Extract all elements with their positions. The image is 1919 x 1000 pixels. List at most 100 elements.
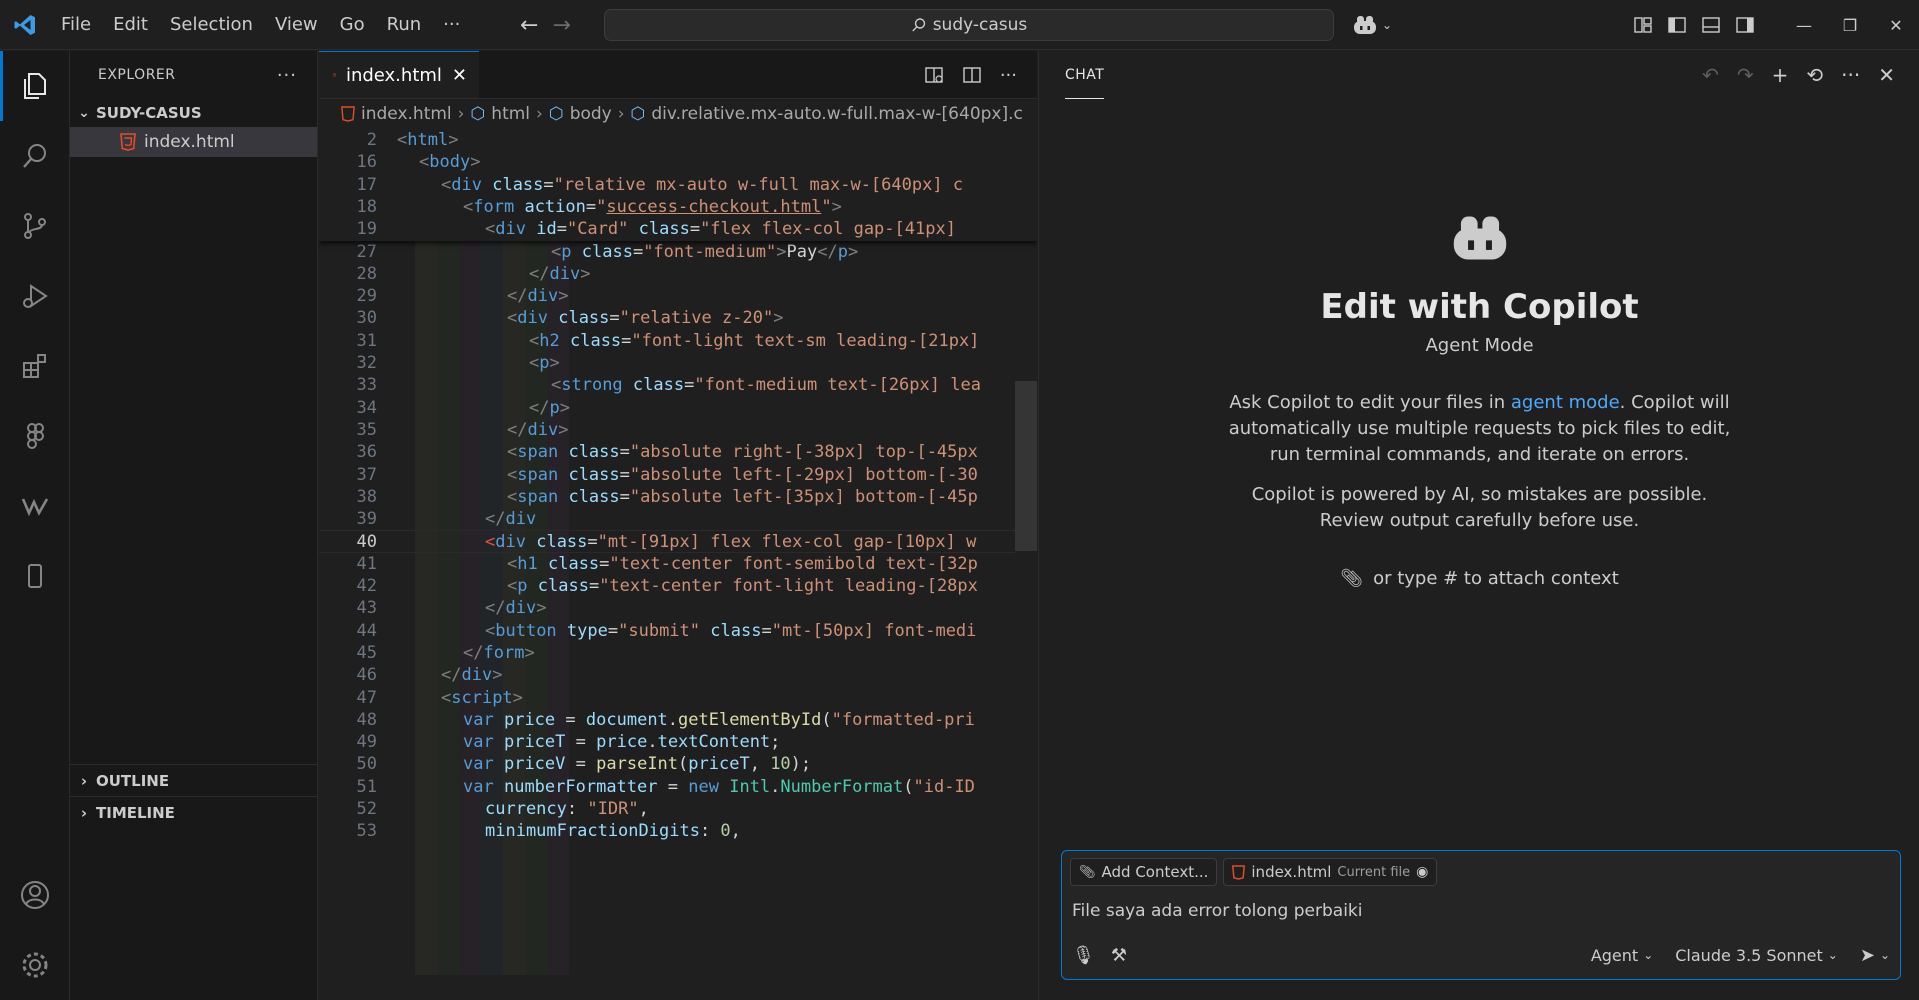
device-icon[interactable]: [0, 541, 70, 611]
editor-scrollbar[interactable]: [1015, 381, 1037, 551]
code-line[interactable]: 42 <p class="text-center font-light leadi…: [319, 575, 1037, 597]
split-editor-icon[interactable]: [962, 65, 982, 85]
toggle-secondary-sidebar-icon[interactable]: [1735, 15, 1755, 35]
code-line[interactable]: 53 minimumFractionDigits: 0,: [319, 820, 1037, 842]
code-line[interactable]: 41 <h1 class="text-center font-semibold t…: [319, 553, 1037, 575]
search-icon[interactable]: [0, 121, 70, 191]
code-line[interactable]: 17 <div class="relative mx-auto w-full ma…: [319, 174, 1037, 196]
menu-go[interactable]: Go: [329, 0, 376, 50]
code-line[interactable]: 16 <body>: [319, 151, 1037, 173]
account-icon[interactable]: [0, 860, 70, 930]
menu-selection[interactable]: Selection: [159, 0, 264, 50]
undo-icon[interactable]: ↶: [1702, 63, 1719, 87]
code-line[interactable]: 38 <span class="absolute left-[35px] bott…: [319, 486, 1037, 508]
chat-input-field[interactable]: File saya ada error tolong perbaiki: [1072, 901, 1363, 921]
chevron-right-icon: ›: [457, 104, 465, 124]
code-line[interactable]: 37 <span class="absolute left-[-29px] bot…: [319, 464, 1037, 486]
code-line[interactable]: 51 var numberFormatter = new Intl.NumberF…: [319, 776, 1037, 798]
customize-layout-icon[interactable]: [1633, 15, 1653, 35]
code-line[interactable]: 19 <div id="Card" class="flex flex-col ga…: [319, 218, 1037, 240]
back-arrow-icon[interactable]: ←: [520, 13, 538, 38]
agent-mode-link[interactable]: agent mode: [1511, 392, 1620, 413]
file-item-index-html[interactable]: index.html: [70, 127, 317, 157]
html-file-icon: [120, 133, 136, 151]
command-center[interactable]: sudy-casus: [604, 9, 1334, 41]
more-actions-icon[interactable]: ···: [277, 65, 297, 86]
code-line[interactable]: 33 <strong class="font-medium text-[26px]…: [319, 374, 1037, 396]
menu-view[interactable]: View: [264, 0, 329, 50]
code-line[interactable]: 52 currency: "IDR",: [319, 798, 1037, 820]
explorer-title: EXPLORER: [98, 67, 176, 83]
menu-edit[interactable]: Edit: [102, 0, 159, 50]
add-context-button[interactable]: 📎︎ Add Context...: [1070, 858, 1218, 886]
code-line[interactable]: 36 <span class="absolute right-[-38px] to…: [319, 441, 1037, 463]
menu-run[interactable]: Run: [376, 0, 433, 50]
history-icon[interactable]: ⟲: [1806, 63, 1823, 87]
close-window-button[interactable]: ✕: [1873, 0, 1919, 50]
menu-file[interactable]: File: [50, 0, 102, 50]
code-line[interactable]: 47 <script>: [319, 687, 1037, 709]
tab-index-html[interactable]: index.html ✕: [319, 51, 479, 98]
breadcrumb-html[interactable]: html: [491, 104, 530, 124]
extensions-icon[interactable]: [0, 331, 70, 401]
forward-arrow-icon[interactable]: →: [552, 13, 570, 38]
current-file-label: Current file: [1337, 864, 1411, 880]
code-line[interactable]: 27 <p class="font-medium">Pay</p>: [319, 241, 1037, 263]
restore-button[interactable]: ❐: [1827, 0, 1873, 50]
code-line[interactable]: 40 <div class="mt-[91px] flex flex-col ga…: [319, 530, 1037, 553]
line-number: 46: [356, 665, 377, 686]
tools-icon[interactable]: ⚒︎: [1111, 945, 1127, 966]
figma-icon[interactable]: [0, 401, 70, 471]
code-line[interactable]: 50 var priceV = parseInt(priceT, 10);: [319, 753, 1037, 775]
code-line[interactable]: 43 </div>: [319, 597, 1037, 619]
windsurf-icon[interactable]: [0, 471, 70, 541]
breadcrumb-div[interactable]: div.relative.mx-auto.w-full.max-w-[640px…: [651, 104, 1022, 124]
run-debug-icon[interactable]: [0, 261, 70, 331]
minimize-button[interactable]: —: [1781, 0, 1827, 50]
outline-section[interactable]: › OUTLINE: [70, 764, 318, 796]
tab-chat[interactable]: CHAT: [1065, 51, 1105, 99]
timeline-section[interactable]: › TIMELINE: [70, 796, 318, 828]
current-file-chip[interactable]: index.html Current file ◉: [1223, 858, 1438, 886]
code-line[interactable]: 34 </p>: [319, 397, 1037, 419]
send-button[interactable]: ➤ ⌄: [1860, 945, 1890, 966]
toggle-panel-icon[interactable]: [1701, 15, 1721, 35]
workspace-folder[interactable]: ⌄ SUDY-CASUS: [70, 99, 317, 127]
code-line[interactable]: 44 <button type="submit" class="mt-[50px]…: [319, 620, 1037, 642]
code-line[interactable]: 39 </div: [319, 508, 1037, 530]
code-line[interactable]: 18 <form action="success-checkout.html">: [319, 196, 1037, 218]
code-line[interactable]: 2 <html>: [319, 129, 1037, 151]
code-line[interactable]: 31 <h2 class="font-light text-sm leading-…: [319, 330, 1037, 352]
open-preview-icon[interactable]: [924, 65, 944, 85]
code-line[interactable]: 35 </div>: [319, 419, 1037, 441]
copilot-menu-button[interactable]: ⌄: [1352, 10, 1392, 40]
code-line[interactable]: 46 </div>: [319, 664, 1037, 686]
settings-gear-icon[interactable]: [0, 930, 70, 1000]
eye-icon[interactable]: ◉: [1416, 864, 1428, 880]
sticky-scroll[interactable]: 2 <html> 16 <body> 17 <div class="relative mx…: [319, 129, 1037, 241]
more-actions-icon[interactable]: ···: [1841, 63, 1860, 87]
microphone-icon[interactable]: 🎙︎: [1072, 945, 1095, 966]
code-line[interactable]: 48 var price = document.getElementById("f…: [319, 709, 1037, 731]
model-select[interactable]: Claude 3.5 Sonnet ⌄: [1675, 946, 1838, 965]
code-line[interactable]: 32 <p>: [319, 352, 1037, 374]
close-icon[interactable]: ✕: [452, 65, 467, 86]
close-icon[interactable]: ✕: [1878, 63, 1895, 87]
code-text: <div class="mt-[91px] flex flex-col gap-…: [485, 532, 977, 553]
breadcrumb-file[interactable]: index.html: [361, 104, 452, 124]
explorer-icon[interactable]: [0, 51, 70, 121]
toggle-primary-sidebar-icon[interactable]: [1667, 15, 1687, 35]
source-control-icon[interactable]: [0, 191, 70, 261]
code-line[interactable]: 29 </div>: [319, 285, 1037, 307]
breadcrumb-body[interactable]: body: [570, 104, 612, 124]
code-line[interactable]: 45 </form>: [319, 642, 1037, 664]
more-actions-icon[interactable]: ···: [1000, 65, 1017, 86]
agent-mode-select[interactable]: Agent ⌄: [1591, 946, 1653, 965]
code-editor[interactable]: 2 <html> 16 <body> 17 <div class="relative mx…: [319, 129, 1037, 1000]
redo-icon[interactable]: ↷: [1737, 63, 1754, 87]
code-line[interactable]: 28 </div>: [319, 263, 1037, 285]
menu-more[interactable]: ···: [432, 0, 471, 50]
code-line[interactable]: 30 <div class="relative z-20">: [319, 307, 1037, 329]
new-chat-icon[interactable]: +: [1772, 63, 1789, 87]
code-line[interactable]: 49 var priceT = price.textContent;: [319, 731, 1037, 753]
